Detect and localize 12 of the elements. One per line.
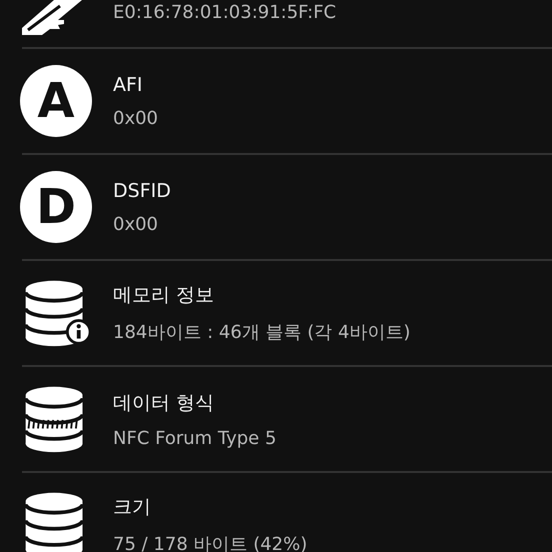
property-title: AFI bbox=[113, 74, 144, 96]
property-value: E0:16:78:01:03:91:5F:FC bbox=[113, 2, 336, 23]
property-title: DSFID bbox=[113, 180, 171, 202]
property-value: NFC Forum Type 5 bbox=[113, 428, 276, 448]
property-title: 데이터 형식 bbox=[113, 390, 216, 416]
property-value: 184바이트 : 46개 블록 (각 4바이트) bbox=[113, 321, 410, 344]
letter-icon: A bbox=[20, 65, 92, 137]
property-title: 메모리 정보 bbox=[113, 283, 216, 308]
property-value: 0x00 bbox=[113, 214, 160, 234]
property-title: 크기 bbox=[113, 495, 152, 520]
property-value: 0x00 bbox=[113, 108, 158, 128]
letter-icon: D bbox=[20, 171, 92, 243]
